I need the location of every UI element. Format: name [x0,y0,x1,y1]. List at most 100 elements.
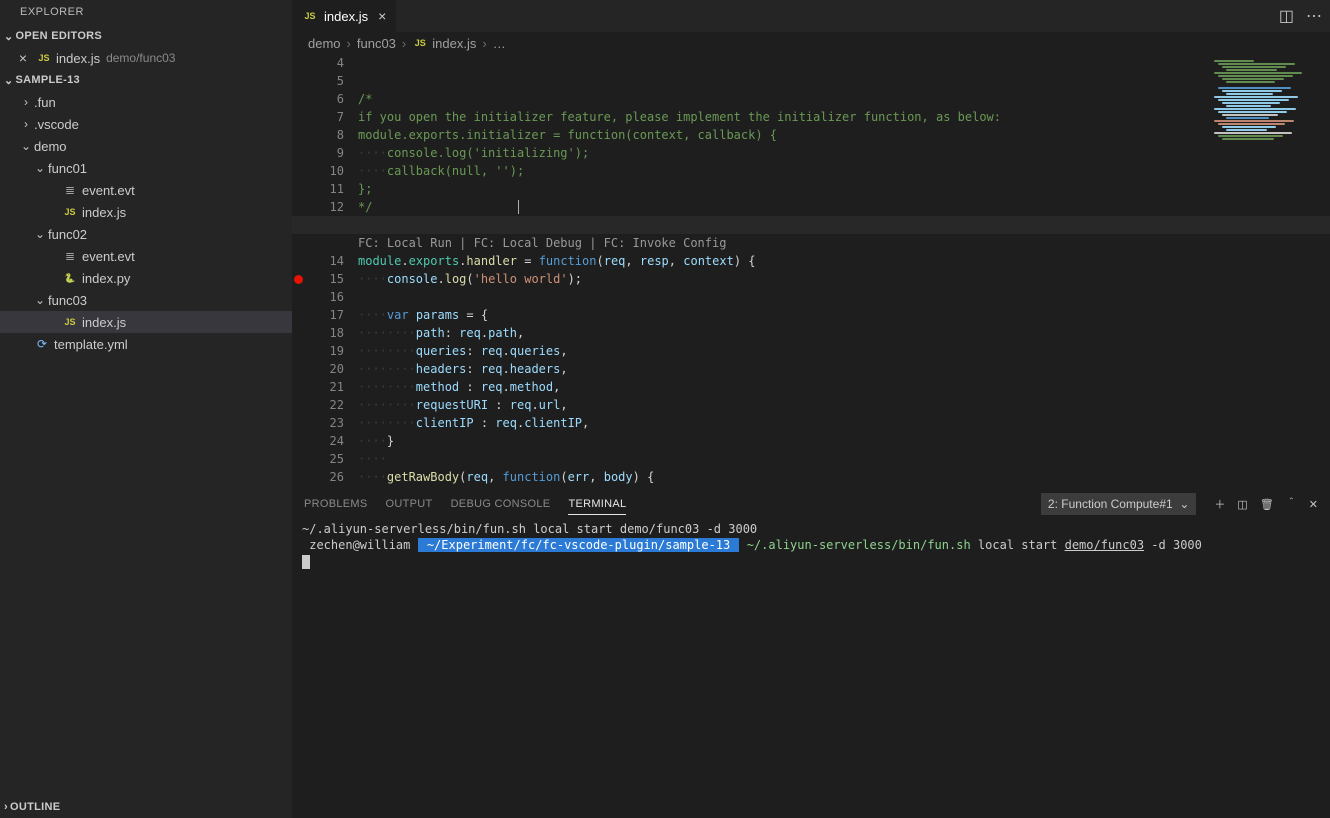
chevron-down-icon: ⌄ [4,74,14,87]
close-icon[interactable]: × [378,8,386,24]
code-editor[interactable]: 45678910111213 1415161718192021222324252… [292,54,1330,488]
open-editors-list: ×JSindex.jsdemo/func03 [0,47,292,69]
terminal[interactable]: ~/.aliyun-serverless/bin/fun.sh local st… [292,519,1330,818]
code-line[interactable]: ········clientIP : req.clientIP, [358,414,1330,432]
code-line[interactable]: /* [358,90,1330,108]
code-line[interactable]: module.exports.initializer = function(co… [358,126,1330,144]
code-line[interactable]: */ [358,198,1330,216]
file-tree: ›.fun›.vscode⌄demo⌄func01≣event.evtJSind… [0,91,292,796]
panel-tab-bar: PROBLEMS OUTPUT DEBUG CONSOLE TERMINAL 2… [292,489,1330,519]
open-editors-label: OPEN EDITORS [16,30,103,42]
code-line[interactable]: }; [358,180,1330,198]
folder-item[interactable]: ⌄func03 [0,289,292,311]
outline-label: OUTLINE [10,801,60,813]
more-actions-icon[interactable]: ⋯ [1306,6,1322,26]
split-terminal-icon[interactable]: ◫ [1237,498,1247,511]
codelens[interactable]: FC: Local Run | FC: Local Debug | FC: In… [358,234,1330,252]
js-icon: JS [62,207,78,217]
tab-bar: JS index.js × ◫ ⋯ [292,0,1330,32]
code-line[interactable]: if you open the initializer feature, ple… [358,108,1330,126]
yaml-icon: ⟳ [34,337,50,351]
code-line[interactable]: ········path: req.path, [358,324,1330,342]
code-line[interactable] [358,288,1330,306]
breadcrumb-part[interactable]: func03 [357,36,396,51]
code-line[interactable]: ····} [358,432,1330,450]
chevron-icon: ⌄ [32,161,48,175]
bottom-panel: PROBLEMS OUTPUT DEBUG CONSOLE TERMINAL 2… [292,488,1330,818]
project-header[interactable]: ⌄ SAMPLE-13 [0,69,292,91]
close-icon[interactable]: × [16,50,30,66]
outline-header[interactable]: › OUTLINE [0,796,292,818]
file-item[interactable]: JSindex.js [0,311,292,333]
file-item[interactable]: ⟳template.yml [0,333,292,355]
text-cursor [518,200,519,214]
code-line[interactable]: ········method : req.method, [358,378,1330,396]
close-panel-icon[interactable]: ✕ [1309,498,1318,511]
code-content[interactable]: /*if you open the initializer feature, p… [358,54,1330,488]
js-icon: JS [302,11,318,21]
chevron-icon: › [18,117,34,131]
code-line[interactable]: ········requestURI : req.url, [358,396,1330,414]
tab-output[interactable]: OUTPUT [386,494,433,514]
code-line[interactable] [358,216,1330,234]
code-line[interactable] [358,72,1330,90]
split-editor-icon[interactable]: ◫ [1279,6,1294,26]
js-icon: JS [412,38,428,48]
terminal-path-highlight: ~/Experiment/fc/fc-vscode-plugin/sample-… [418,538,740,552]
breadcrumb-part[interactable]: index.js [432,36,476,51]
chevron-icon: ⌄ [32,227,48,241]
code-line[interactable]: ···· [358,450,1330,468]
folder-item[interactable]: ›.fun [0,91,292,113]
folder-item[interactable]: ⌄demo [0,135,292,157]
chevron-icon: › [18,95,34,109]
file-item[interactable]: 🐍index.py [0,267,292,289]
breadcrumb-part[interactable]: demo [308,36,341,51]
tab-debug-console[interactable]: DEBUG CONSOLE [451,494,551,514]
editor-area: JS index.js × ◫ ⋯ demo › func03 › JS ind… [292,0,1330,818]
file-item[interactable]: ≣event.evt [0,245,292,267]
minimap[interactable] [1214,60,1324,260]
chevron-icon: ⌄ [18,139,34,153]
js-icon: JS [36,53,52,63]
folder-item[interactable]: ›.vscode [0,113,292,135]
chevron-right-icon: › [402,36,406,51]
file-item[interactable]: ≣event.evt [0,179,292,201]
new-terminal-icon[interactable]: ＋ [1214,496,1225,512]
folder-item[interactable]: ⌄func01 [0,157,292,179]
chevron-right-icon: › [347,36,351,51]
explorer-title: EXPLORER [0,0,292,25]
js-icon: JS [62,317,78,327]
chevron-down-icon: ⌄ [4,30,14,43]
code-line[interactable]: ····console.log('hello world'); [358,270,1330,288]
editor-title-actions: ◫ ⋯ [1279,0,1330,32]
maximize-panel-icon[interactable]: ＾ [1286,496,1297,512]
code-line[interactable]: ····var params = { [358,306,1330,324]
python-icon: 🐍 [62,273,78,284]
file-icon: ≣ [62,249,78,263]
terminal-selector[interactable]: 2: Function Compute#1 ⌄ [1041,493,1196,515]
chevron-right-icon: › [482,36,486,51]
open-editors-header[interactable]: ⌄ OPEN EDITORS [0,25,292,47]
explorer-sidebar: EXPLORER ⌄ OPEN EDITORS ×JSindex.jsdemo/… [0,0,292,818]
code-line[interactable]: ····console.log('initializing'); [358,144,1330,162]
tab-index-js[interactable]: JS index.js × [292,0,397,32]
file-icon: ≣ [62,183,78,197]
code-line[interactable]: module.exports.handler = function(req, r… [358,252,1330,270]
folder-item[interactable]: ⌄func02 [0,223,292,245]
tab-label: index.js [324,9,368,24]
breadcrumb[interactable]: demo › func03 › JS index.js › … [292,32,1330,54]
tab-terminal[interactable]: TERMINAL [568,494,626,515]
code-line[interactable]: ········queries: req.queries, [358,342,1330,360]
code-line[interactable]: ····getRawBody(req, function(err, body) … [358,468,1330,486]
breadcrumb-tail[interactable]: … [493,36,506,51]
breakpoint-icon[interactable] [294,275,303,284]
file-item[interactable]: JSindex.js [0,201,292,223]
open-editor-item[interactable]: ×JSindex.jsdemo/func03 [0,47,292,69]
code-line[interactable]: ········headers: req.headers, [358,360,1330,378]
kill-terminal-icon[interactable]: 🗑 [1260,498,1274,511]
code-line[interactable] [358,54,1330,72]
code-line[interactable]: ····callback(null, ''); [358,162,1330,180]
chevron-right-icon: › [4,801,8,813]
tab-problems[interactable]: PROBLEMS [304,494,368,514]
chevron-updown-icon: ⌄ [1179,497,1189,511]
